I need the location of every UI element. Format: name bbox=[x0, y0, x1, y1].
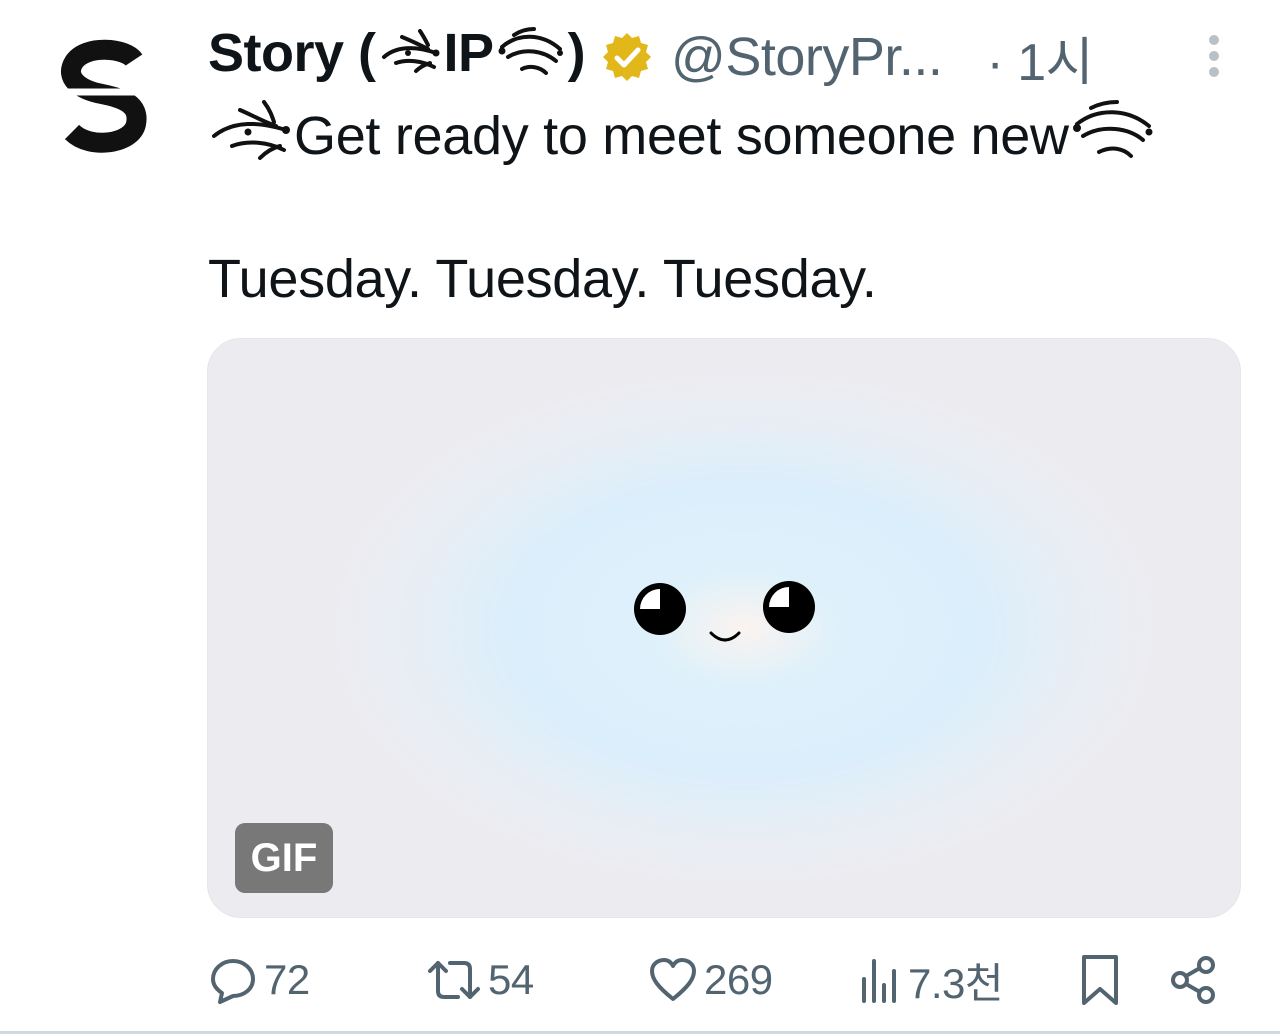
tweet-card[interactable]: Story ( IP) @StoryPr... · 1시 Get ready to… bbox=[0, 0, 1280, 1034]
display-name-middle: IP bbox=[443, 23, 495, 84]
views-button[interactable]: 7.3천 bbox=[858, 950, 1004, 1010]
action-bar: 72 54 269 7.3천 bbox=[208, 950, 1228, 1010]
display-name[interactable]: Story ( IP) bbox=[208, 22, 586, 92]
sparkle-right-icon bbox=[496, 23, 566, 92]
gif-badge: GIF bbox=[235, 823, 333, 893]
tweet-text: Get ready to meet someone new bbox=[294, 105, 1069, 166]
story-logo-icon bbox=[61, 39, 148, 153]
sparkle-left-icon bbox=[208, 94, 294, 177]
tweet-text-line-2: Tuesday. Tuesday. Tuesday. bbox=[208, 249, 877, 309]
display-name-prefix: Story ( bbox=[208, 23, 376, 84]
repost-count: 54 bbox=[488, 956, 534, 1003]
avatar[interactable] bbox=[56, 38, 156, 158]
share-button[interactable] bbox=[1170, 950, 1218, 1010]
sparkle-right-icon bbox=[1069, 94, 1155, 177]
verified-badge-icon bbox=[603, 33, 652, 81]
repost-button[interactable]: 54 bbox=[426, 950, 534, 1010]
timestamp[interactable]: · 1시 bbox=[986, 20, 1093, 95]
user-handle[interactable]: @StoryPr... bbox=[671, 26, 943, 88]
gif-media[interactable]: GIF bbox=[207, 338, 1241, 918]
like-count: 269 bbox=[704, 956, 773, 1003]
views-count: 7.3천 bbox=[908, 959, 1004, 1007]
views-icon bbox=[862, 959, 896, 1003]
heart-icon bbox=[650, 958, 696, 1001]
reply-icon bbox=[211, 959, 255, 1004]
sparkle-left-icon bbox=[378, 23, 442, 92]
bookmark-button[interactable] bbox=[1080, 950, 1120, 1010]
share-icon bbox=[1171, 956, 1215, 1004]
like-button[interactable]: 269 bbox=[648, 950, 773, 1010]
bookmark-icon bbox=[1082, 955, 1118, 1005]
repost-icon bbox=[428, 961, 480, 999]
tweet-text-line-1: Get ready to meet someone new bbox=[208, 94, 1155, 177]
reply-count: 72 bbox=[264, 956, 310, 1003]
display-name-suffix: ) bbox=[567, 23, 586, 84]
smiley-face-image bbox=[634, 581, 815, 642]
more-vertical-icon[interactable] bbox=[1200, 34, 1228, 84]
tweet-header: Story ( IP) @StoryPr... · 1시 bbox=[208, 22, 1248, 92]
reply-button[interactable]: 72 bbox=[208, 950, 310, 1010]
